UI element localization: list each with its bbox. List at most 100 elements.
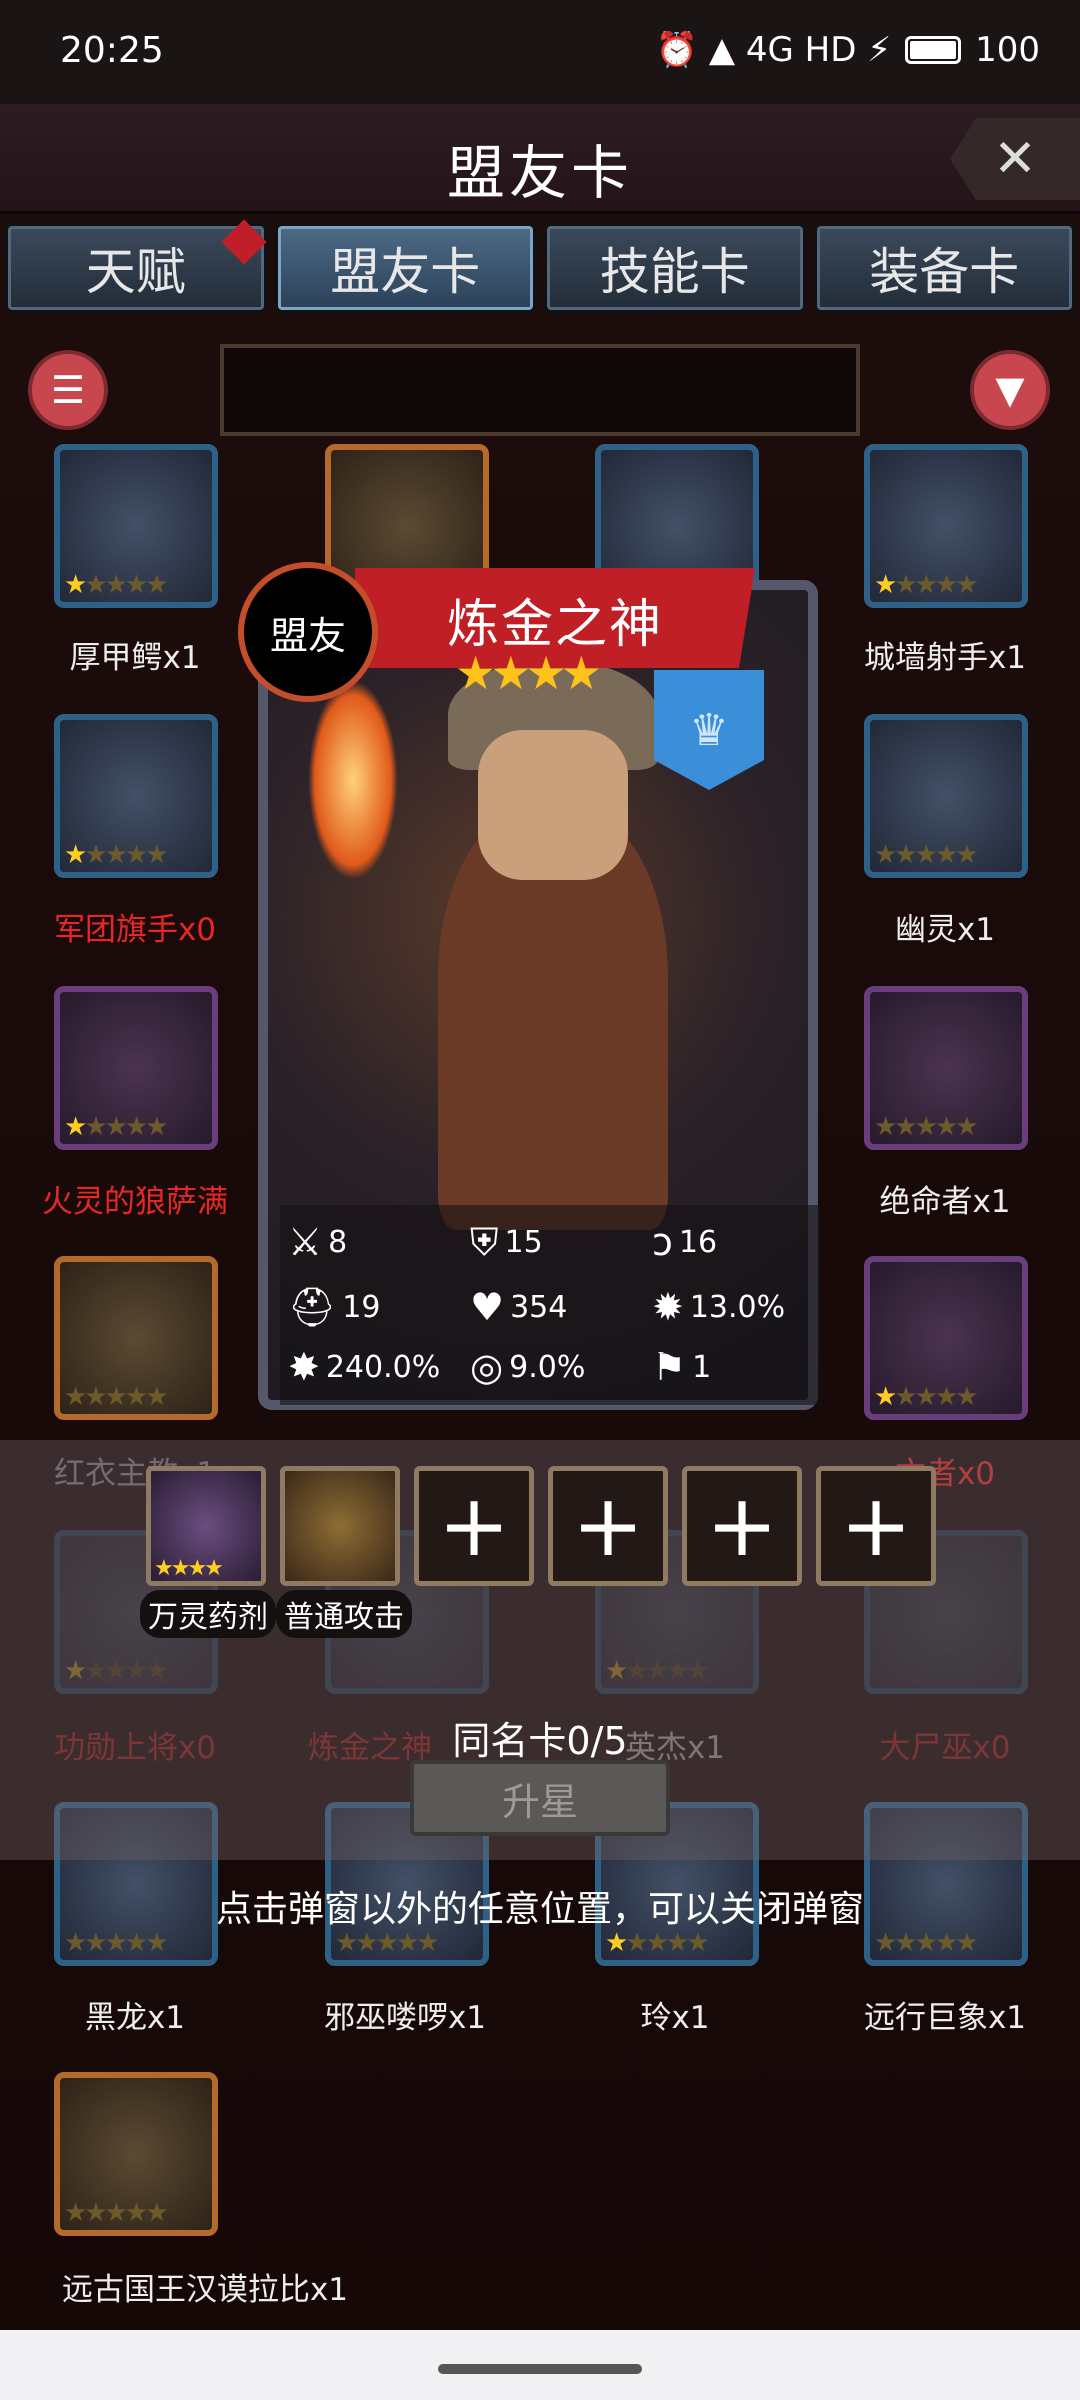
- stat-value: 13.0%: [689, 1289, 786, 1325]
- card-label: 邪巫喽啰x1: [323, 2000, 487, 2036]
- skill-slots: ★★★★ + + + +: [146, 1466, 936, 1586]
- filter-button[interactable]: ▼: [970, 350, 1050, 430]
- card-stars: ★★★★★: [64, 1112, 169, 1142]
- close-button[interactable]: ✕: [950, 118, 1080, 200]
- ally-card[interactable]: ★★★★★: [54, 986, 218, 1150]
- stat-value: 1: [692, 1349, 712, 1385]
- hood-icon: ⛑: [288, 1285, 337, 1329]
- upgrade-star-button[interactable]: 升星: [410, 1760, 670, 1836]
- add-skill-button[interactable]: +: [816, 1466, 936, 1586]
- battery-level: 100: [975, 30, 1040, 70]
- card-stars: ★★★★★: [64, 1382, 169, 1412]
- list-button[interactable]: ☰: [28, 350, 108, 430]
- plus-icon: +: [705, 1476, 779, 1576]
- card-label: 厚甲鳄x1: [69, 640, 201, 676]
- stat-value: 19: [342, 1290, 381, 1325]
- home-gesture-handle[interactable]: [438, 2364, 642, 2374]
- stat-speed: ↄ 16: [652, 1220, 717, 1264]
- wizard-head: [478, 730, 628, 880]
- stat-hp: ♥ 354: [470, 1285, 567, 1329]
- card-stars: ★★★★★: [874, 1112, 979, 1142]
- stat-defense: ⛨ 15: [470, 1220, 543, 1265]
- card-stars: ★★★★★: [64, 2198, 169, 2228]
- card-label: 黑龙x1: [84, 2000, 186, 2036]
- card-label: 火灵的狼萨满: [42, 1184, 228, 1220]
- stat-crit-damage: ✸ 240.0%: [288, 1345, 440, 1389]
- card-label: 玲x1: [640, 2000, 710, 2036]
- battery-icon: [905, 36, 962, 64]
- stat-regen: ⛑ 19: [288, 1285, 380, 1330]
- card-stars: ★★★★★: [64, 1928, 169, 1958]
- heart-icon: ♥: [470, 1285, 505, 1329]
- tornado-icon: ◎: [470, 1345, 504, 1389]
- status-indicators: ⏰ ▲ 4G HD ⚡ 100: [656, 30, 1040, 70]
- add-skill-button[interactable]: +: [548, 1466, 668, 1586]
- tab-skill-cards[interactable]: 技能卡: [543, 222, 807, 314]
- card-stars: ★★★★★: [874, 570, 979, 600]
- add-skill-button[interactable]: +: [682, 1466, 802, 1586]
- ally-card[interactable]: ★★★★★: [54, 2072, 218, 2236]
- card-stars: ★★★★★: [64, 840, 169, 870]
- skill-slot[interactable]: ★★★★: [146, 1466, 266, 1586]
- stat-dodge: ◎ 9.0%: [470, 1345, 585, 1389]
- sword-icon: ⚔: [288, 1220, 323, 1264]
- ally-badge-label: 盟友: [269, 613, 346, 658]
- navigation-bar: [0, 2330, 1080, 2400]
- boot-icon: ⚑: [652, 1345, 687, 1389]
- clock: 20:25: [60, 30, 164, 71]
- card-label: 远古国王汉谟拉比x1: [61, 2272, 349, 2308]
- tab-talent[interactable]: 天赋: [4, 219, 268, 314]
- stat-value: 354: [510, 1289, 568, 1325]
- card-stars: ★★★★★: [874, 1928, 979, 1958]
- tab-label: 技能卡: [599, 243, 750, 301]
- card-stars: ★★★★★: [64, 570, 169, 600]
- tab-label: 装备卡: [869, 243, 1020, 301]
- same-name-card-count: 同名卡0/5: [452, 1719, 628, 1763]
- plus-icon: +: [571, 1476, 645, 1576]
- list-icon: ☰: [50, 368, 86, 412]
- explosion-icon: ✸: [288, 1345, 320, 1389]
- tab-label: 天赋: [85, 243, 186, 301]
- ally-card[interactable]: ★★★★★: [54, 444, 218, 608]
- stat-value: 240.0%: [325, 1349, 441, 1385]
- card-label: 绝命者x1: [879, 1184, 1011, 1220]
- stat-value: 8: [328, 1224, 348, 1260]
- stats-panel: ⚔ 8 ⛨ 15 ↄ 16 ⛑ 19 ♥ 354 ✹ 13.0% ✸ 240.0% ◎ 9.0%…: [280, 1205, 820, 1405]
- tab-ally-cards[interactable]: 盟友卡: [273, 222, 537, 314]
- close-icon: ✕: [993, 129, 1037, 189]
- skill-slot[interactable]: [280, 1466, 400, 1586]
- add-skill-button[interactable]: +: [414, 1466, 534, 1586]
- card-stars: ★★★★★: [874, 1382, 979, 1412]
- card-stars: ★★★★★: [605, 1928, 710, 1958]
- screen: 20:25 ⏰ ▲ 4G HD ⚡ 100 盟友卡 ✕ 天赋 盟友卡 技能卡 装…: [0, 0, 1080, 2400]
- card-label: 城墙射手x1: [863, 640, 1027, 676]
- stat-move: ⚑ 1: [652, 1345, 711, 1389]
- tab-equipment-cards[interactable]: 装备卡: [812, 222, 1076, 314]
- ally-badge: 盟友: [238, 562, 378, 702]
- card-stars: ★★★★★: [874, 840, 979, 870]
- stat-value: 16: [678, 1224, 718, 1260]
- card-label: 军团旗手x0: [53, 912, 217, 948]
- ally-card[interactable]: ★★★★★: [54, 1256, 218, 1420]
- burst-icon: ✹: [652, 1285, 684, 1329]
- search-input[interactable]: [220, 344, 860, 436]
- ally-card[interactable]: ★★★★★: [54, 714, 218, 878]
- skill-slot-label: 万灵药剂: [140, 1590, 276, 1638]
- ally-card[interactable]: ★★★★★: [864, 986, 1028, 1150]
- tab-bar: 天赋 盟友卡 技能卡 装备卡: [0, 219, 1080, 318]
- flame-icon: [308, 680, 398, 880]
- ally-card[interactable]: ★★★★★: [864, 1256, 1028, 1420]
- whip-icon: ↄ: [652, 1220, 673, 1264]
- tab-label: 盟友卡: [330, 243, 481, 301]
- plus-icon: +: [839, 1476, 913, 1576]
- slot-stars: ★★★★: [154, 1556, 224, 1581]
- page-title: 盟友卡: [446, 139, 633, 207]
- ally-card[interactable]: ★★★★★: [864, 714, 1028, 878]
- stat-value: 9.0%: [509, 1349, 586, 1385]
- ally-card[interactable]: ★★★★★: [864, 444, 1028, 608]
- filter-icon: ▼: [995, 368, 1025, 412]
- notification-badge: [220, 219, 267, 265]
- status-bar: 20:25 ⏰ ▲ 4G HD ⚡ 100: [0, 0, 1080, 104]
- skill-slot-label: 普通攻击: [276, 1590, 412, 1638]
- signal-icons: ⏰ ▲ 4G HD ⚡: [655, 30, 892, 70]
